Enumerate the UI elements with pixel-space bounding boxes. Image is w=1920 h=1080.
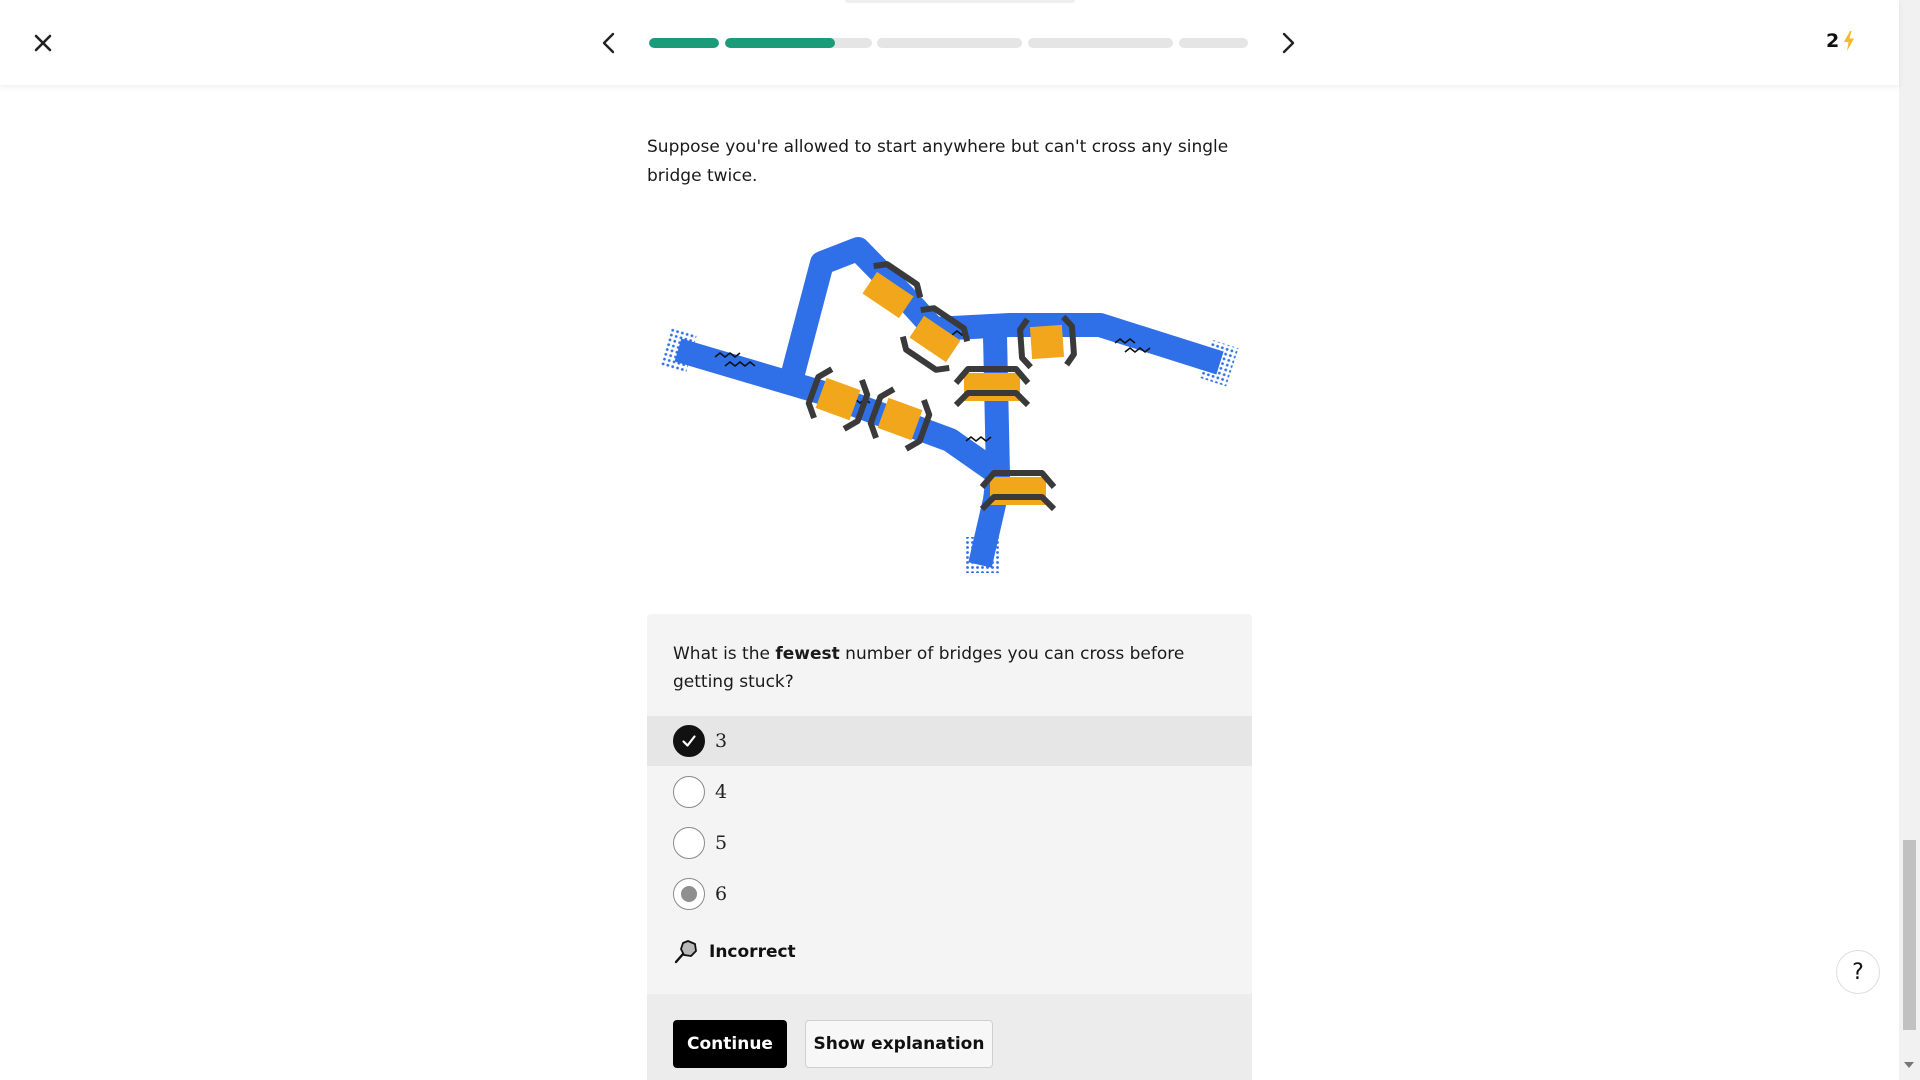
- quiz-card: What is the fewest number of bridges you…: [647, 614, 1252, 1080]
- checkmark-icon[interactable]: [673, 725, 705, 757]
- magnifier-icon: [674, 940, 697, 964]
- radio-button[interactable]: [673, 827, 705, 859]
- lightning-bolt-icon: [1844, 31, 1855, 51]
- option-label: 5: [715, 832, 728, 854]
- answer-option-3[interactable]: 3: [647, 716, 1252, 766]
- chevron-left-icon[interactable]: [597, 29, 621, 57]
- progress-segment: [877, 38, 1022, 48]
- progress-segment: [649, 38, 719, 48]
- radio-button-disabled[interactable]: [673, 878, 705, 910]
- answer-option-5[interactable]: 5: [647, 818, 1252, 868]
- top-bar: 2: [0, 0, 1899, 85]
- feedback-text: Incorrect: [709, 942, 796, 962]
- question-emphasis: fewest: [775, 644, 840, 664]
- question-part: What is the: [673, 644, 776, 664]
- chevron-right-icon[interactable]: [1276, 29, 1300, 57]
- option-label: 6: [715, 883, 728, 905]
- feedback: Incorrect: [673, 938, 796, 966]
- answer-option-6[interactable]: 6: [647, 869, 1252, 919]
- continue-button[interactable]: Continue: [673, 1020, 787, 1068]
- energy-count: 2: [1826, 30, 1840, 52]
- question-text: What is the fewest number of bridges you…: [673, 640, 1233, 696]
- scroll-down-arrow-icon[interactable]: [1904, 1062, 1914, 1068]
- radio-button[interactable]: [673, 776, 705, 808]
- progress-segment: [1179, 38, 1248, 48]
- tab-hint: [845, 0, 1075, 3]
- scrollbar[interactable]: [1899, 0, 1920, 1080]
- help-button[interactable]: ?: [1836, 950, 1880, 994]
- option-label: 4: [715, 781, 728, 803]
- intro-text: Suppose you're allowed to start anywhere…: [647, 137, 1229, 186]
- bridges: [805, 261, 1077, 512]
- scrollbar-thumb[interactable]: [1903, 840, 1916, 1030]
- progress-bar: [649, 38, 1249, 48]
- river: [674, 237, 1224, 568]
- show-explanation-button[interactable]: Show explanation: [805, 1020, 993, 1068]
- option-label: 3: [715, 730, 728, 752]
- answer-option-4[interactable]: 4: [647, 767, 1252, 817]
- action-bar: Continue Show explanation: [647, 994, 1252, 1080]
- energy-counter: 2: [1826, 30, 1856, 52]
- close-icon[interactable]: [28, 28, 58, 58]
- progress-segment: [725, 38, 872, 48]
- bridges-illustration: [659, 237, 1239, 573]
- progress-segment: [1028, 38, 1173, 48]
